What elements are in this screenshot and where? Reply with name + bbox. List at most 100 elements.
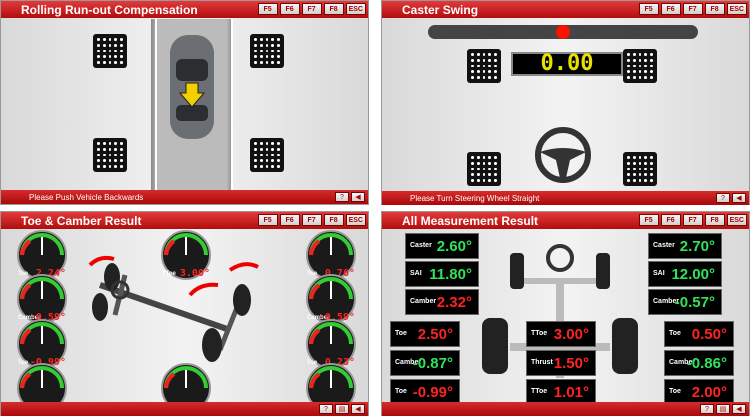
measurement-box: Toe 0.50° xyxy=(664,321,734,347)
axle-diagram xyxy=(88,255,259,362)
measurement-value: 2.32° xyxy=(436,294,472,311)
measurement-label: Toe xyxy=(395,330,407,337)
measurement-value: 2.50° xyxy=(417,326,453,343)
measurement-label: TToe xyxy=(531,388,548,395)
measurement-box: Caster 2.70° xyxy=(648,233,722,259)
print-button[interactable]: ▤ xyxy=(716,404,730,414)
esc-button[interactable]: ESC xyxy=(345,214,366,226)
caster-readout: 0.00 xyxy=(511,52,623,76)
panel-title: Toe & Camber Result xyxy=(21,213,142,228)
measurement-label: Thrust xyxy=(531,359,553,366)
measurement-value: 12.00° xyxy=(671,266,715,283)
measurement-value: 2.70° xyxy=(679,238,715,255)
function-keys: F5 F6 F7 F8 ESC xyxy=(638,3,747,15)
panel-footer: Please Turn Steering Wheel Straight ? ◀ xyxy=(382,191,749,205)
panel-footer: ? ▤ ◀ xyxy=(382,402,749,416)
f6-button[interactable]: F6 xyxy=(279,214,300,226)
f6-button[interactable]: F6 xyxy=(660,3,681,15)
panel-title: Rolling Run-out Compensation xyxy=(21,2,198,17)
help-button[interactable]: ? xyxy=(319,404,333,414)
wheel-target xyxy=(623,49,657,83)
f7-button[interactable]: F7 xyxy=(301,3,322,15)
measurement-label: Toe xyxy=(669,388,681,395)
measurement-value: 1.01° xyxy=(553,384,589,401)
panel-header: Caster Swing F5 F6 F7 F8 ESC xyxy=(382,1,749,18)
measurement-label: Caster xyxy=(653,242,675,249)
f5-button[interactable]: F5 xyxy=(638,3,659,15)
panel-header: Rolling Run-out Compensation F5 F6 F7 F8… xyxy=(1,1,368,18)
esc-button[interactable]: ESC xyxy=(726,214,747,226)
swing-indicator-bar xyxy=(428,25,698,39)
measurement-box: Caster 2.60° xyxy=(405,233,479,259)
wheel-target xyxy=(467,152,501,186)
f5-button[interactable]: F5 xyxy=(638,214,659,226)
measurement-box: SAI 12.00° xyxy=(648,261,722,287)
measurement-box: TToe 3.00° xyxy=(526,321,596,347)
wheel-target xyxy=(467,49,501,83)
swing-indicator-dot xyxy=(556,25,570,39)
panel-header: All Measurement Result F5 F6 F7 F8 ESC xyxy=(382,212,749,229)
back-button[interactable]: ◀ xyxy=(351,404,365,414)
panel-footer: ? ▤ ◀ xyxy=(1,402,368,416)
runout-panel: Rolling Run-out Compensation F5 F6 F7 F8… xyxy=(0,0,369,205)
measurement-value: -0.57° xyxy=(674,294,715,311)
wheel-target xyxy=(623,152,657,186)
f7-button[interactable]: F7 xyxy=(301,214,322,226)
f5-button[interactable]: F5 xyxy=(257,3,278,15)
panel-header: Toe & Camber Result F5 F6 F7 F8 ESC xyxy=(1,212,368,229)
panel-footer: Please Push Vehicle Backwards ? ◀ xyxy=(1,190,368,204)
measurement-box: Thrust 1.50° xyxy=(526,350,596,376)
car-top-view-icon xyxy=(170,35,214,139)
back-button[interactable]: ◀ xyxy=(351,192,365,202)
esc-button[interactable]: ESC xyxy=(726,3,747,15)
measurement-box: SAI 11.80° xyxy=(405,261,479,287)
measurement-box: Toe 2.50° xyxy=(390,321,460,347)
help-button[interactable]: ? xyxy=(716,193,730,203)
esc-button[interactable]: ESC xyxy=(345,3,366,15)
measurement-value: -0.86° xyxy=(686,355,727,372)
measurement-label: TToe xyxy=(531,330,548,337)
steering-wheel-icon xyxy=(535,127,591,183)
back-button[interactable]: ◀ xyxy=(732,404,746,414)
f8-button[interactable]: F8 xyxy=(704,3,725,15)
wheel-target xyxy=(250,138,284,172)
function-keys: F5 F6 F7 F8 ESC xyxy=(638,214,747,226)
measurement-value: 0.50° xyxy=(691,326,727,343)
f8-button[interactable]: F8 xyxy=(323,3,344,15)
measurement-value: 1.50° xyxy=(553,355,589,372)
f5-button[interactable]: F5 xyxy=(257,214,278,226)
help-button[interactable]: ? xyxy=(335,192,349,202)
measurement-box: Camber -0.86° xyxy=(664,350,734,376)
instruction-text: Please Push Vehicle Backwards xyxy=(29,192,144,202)
wheel-target xyxy=(93,138,127,172)
measurement-label: Caster xyxy=(410,242,432,249)
back-button[interactable]: ◀ xyxy=(732,193,746,203)
measurement-value: 3.00° xyxy=(553,326,589,343)
measurement-box: Camber 2.32° xyxy=(405,289,479,315)
measurement-label: SAI xyxy=(653,270,665,277)
f7-button[interactable]: F7 xyxy=(682,3,703,15)
measurement-value: 2.00° xyxy=(691,384,727,401)
measurement-value: 2.60° xyxy=(436,238,472,255)
screen-grid: Rolling Run-out Compensation F5 F6 F7 F8… xyxy=(0,0,750,420)
measurement-label: SAI xyxy=(410,270,422,277)
wheel-target xyxy=(250,34,284,68)
f6-button[interactable]: F6 xyxy=(279,3,300,15)
measurement-value: -0.87° xyxy=(412,355,453,372)
panel-title: Caster Swing xyxy=(402,2,479,17)
help-button[interactable]: ? xyxy=(700,404,714,414)
f6-button[interactable]: F6 xyxy=(660,214,681,226)
wheel-target xyxy=(93,34,127,68)
panel-title: All Measurement Result xyxy=(402,213,539,228)
measurement-label: Toe xyxy=(669,330,681,337)
measurement-box: Camber -0.87° xyxy=(390,350,460,376)
measurement-value: 11.80° xyxy=(429,266,472,283)
measurement-value: -0.99° xyxy=(412,384,453,401)
print-button[interactable]: ▤ xyxy=(335,404,349,414)
instruction-text: Please Turn Steering Wheel Straight xyxy=(410,193,540,203)
f8-button[interactable]: F8 xyxy=(704,214,725,226)
f8-button[interactable]: F8 xyxy=(323,214,344,226)
measurement-label: Toe xyxy=(395,388,407,395)
function-keys: F5 F6 F7 F8 ESC xyxy=(257,214,366,226)
f7-button[interactable]: F7 xyxy=(682,214,703,226)
